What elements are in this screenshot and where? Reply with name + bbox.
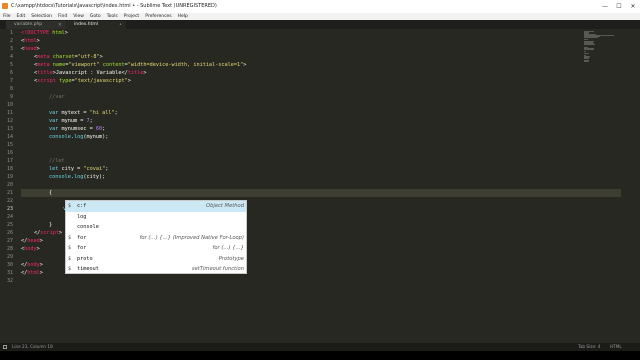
line-number: 31 bbox=[6, 270, 13, 276]
code-line-2: <html> bbox=[21, 38, 40, 44]
minimize-button[interactable]: — bbox=[598, 0, 612, 13]
tab-bar: variable.php × index.html • bbox=[0, 20, 640, 29]
code-line-11: var mytext = "hi all"; bbox=[49, 110, 118, 116]
code-line-21: { bbox=[49, 190, 53, 196]
autocomplete-item[interactable]: $ for for (…) {…} bbox=[66, 243, 246, 254]
code-line-1: <!DOCTYPE html> bbox=[21, 30, 68, 36]
tab-variable-php[interactable]: variable.php × bbox=[6, 21, 66, 29]
menu-file[interactable]: File bbox=[0, 13, 14, 20]
autocomplete-popup: $ c:f Object Method log console $ for fo… bbox=[65, 200, 247, 274]
sublime-text-window: C:\xampp\htdocs\Tutorials\javascript\ind… bbox=[0, 0, 640, 351]
tab-label: index.html bbox=[74, 22, 98, 27]
menu-bar: File Edit Selection Find View Goto Tools Projec… bbox=[0, 13, 640, 20]
status-bar: Line 23, Column 18 Tab Size: 4 HTML bbox=[0, 343, 640, 351]
line-number: 25 bbox=[6, 222, 13, 228]
menu-edit[interactable]: Edit bbox=[14, 13, 29, 20]
code-line-31: </html> bbox=[21, 270, 43, 276]
line-number: 22 bbox=[6, 198, 13, 204]
panel-toggle-icon[interactable] bbox=[3, 345, 7, 349]
tab-close-icon[interactable]: × bbox=[58, 21, 62, 29]
line-number: 27 bbox=[6, 238, 13, 244]
code-line-3: <head> bbox=[21, 46, 40, 52]
code-line-13: var mynumsec = 60; bbox=[49, 126, 106, 132]
menu-goto[interactable]: Goto bbox=[87, 13, 104, 20]
line-number: 12 bbox=[6, 118, 13, 124]
line-number: 8 bbox=[9, 86, 13, 92]
line-number: 5 bbox=[9, 62, 13, 68]
autocomplete-item[interactable]: console bbox=[66, 222, 246, 233]
code-line-14: console.log(mynum); bbox=[49, 134, 109, 140]
tab-size-indicator[interactable]: Tab Size: 4 bbox=[578, 343, 600, 351]
line-number: 6 bbox=[9, 70, 13, 76]
line-number: 30 bbox=[6, 262, 13, 268]
line-number: 14 bbox=[6, 134, 13, 140]
window-title: C:\xampp\htdocs\Tutorials\javascript\ind… bbox=[11, 3, 217, 9]
line-number: 24 bbox=[6, 214, 13, 220]
code-line-28: <body> bbox=[21, 246, 40, 252]
code-line-25: } bbox=[49, 222, 53, 228]
autocomplete-item[interactable]: log bbox=[66, 212, 246, 223]
line-number: 10 bbox=[6, 102, 13, 108]
line-number: 9 bbox=[9, 94, 13, 100]
line-number: 3 bbox=[9, 46, 13, 52]
line-number: 15 bbox=[6, 142, 13, 148]
menu-tools[interactable]: Tools bbox=[104, 13, 121, 20]
current-line-highlight bbox=[21, 189, 621, 197]
line-number: 19 bbox=[6, 174, 13, 180]
line-number: 13 bbox=[6, 126, 13, 132]
code-line-17: //let bbox=[49, 158, 65, 164]
line-number: 1 bbox=[9, 30, 13, 36]
cursor-position: Line 23, Column 18 bbox=[12, 344, 53, 349]
line-number: 2 bbox=[9, 38, 13, 44]
menu-project[interactable]: Project bbox=[121, 13, 142, 20]
line-number: 18 bbox=[6, 166, 13, 172]
sublime-app-icon bbox=[2, 3, 8, 9]
code-line-30: </body> bbox=[21, 262, 43, 268]
menu-find[interactable]: Find bbox=[55, 13, 70, 20]
line-number: 4 bbox=[9, 54, 13, 60]
menu-help[interactable]: Help bbox=[175, 13, 191, 20]
line-number: 26 bbox=[6, 230, 13, 236]
code-line-6: <title>Javascript : Variable</title> bbox=[34, 70, 147, 76]
code-line-9: //var bbox=[49, 94, 65, 100]
line-number: 16 bbox=[6, 150, 13, 156]
line-number-gutter: 1 2 3 4 5 6 7 8 9 10 11 12 13 14 15 16 17 18 19 20 21 22 23 24 2… bbox=[0, 29, 18, 340]
tab-index-html[interactable]: index.html • bbox=[66, 21, 126, 29]
code-line-18: let city = "covai"; bbox=[49, 166, 109, 172]
line-number: 11 bbox=[6, 110, 13, 116]
autocomplete-item[interactable]: $ c:f Object Method bbox=[66, 201, 246, 212]
close-button[interactable]: ✕ bbox=[626, 0, 640, 13]
code-line-12: var mynum = 7; bbox=[49, 118, 93, 124]
autocomplete-item[interactable]: $ for for (…) {…} (Improved Native For-L… bbox=[66, 233, 246, 244]
minimap[interactable] bbox=[584, 31, 624, 91]
maximize-button[interactable]: ☐ bbox=[612, 0, 626, 13]
code-line-27: </head> bbox=[21, 238, 43, 244]
line-number: 23 bbox=[6, 206, 13, 212]
line-number: 32 bbox=[6, 278, 13, 284]
code-line-19: console.log(city); bbox=[49, 174, 106, 180]
menu-preferences[interactable]: Preferences bbox=[142, 13, 174, 20]
line-number: 21 bbox=[6, 190, 13, 196]
syntax-indicator[interactable]: HTML bbox=[610, 343, 622, 351]
code-editor[interactable]: <!DOCTYPE html> <html> <head> <meta char… bbox=[21, 29, 621, 340]
code-line-7: <script type="text/javascript"> bbox=[34, 78, 131, 84]
line-number: 7 bbox=[9, 78, 13, 84]
autocomplete-item[interactable]: $ timeout setTimeout function bbox=[66, 264, 246, 275]
line-number: 20 bbox=[6, 182, 13, 188]
title-bar: C:\xampp\htdocs\Tutorials\javascript\ind… bbox=[0, 0, 640, 13]
tab-label: variable.php bbox=[14, 22, 43, 27]
menu-selection[interactable]: Selection bbox=[28, 13, 55, 20]
line-number: 17 bbox=[6, 158, 13, 164]
tab-dirty-indicator-icon[interactable]: • bbox=[119, 21, 122, 29]
code-line-4: <meta charset="utf-8"> bbox=[34, 54, 103, 60]
autocomplete-item[interactable]: $ proto Prototype bbox=[66, 254, 246, 265]
menu-view[interactable]: View bbox=[70, 13, 87, 20]
code-line-5: <meta name="viewport" content="width=dev… bbox=[34, 62, 247, 68]
line-number: 29 bbox=[6, 254, 13, 260]
code-line-26: </script> bbox=[34, 230, 63, 236]
line-number: 28 bbox=[6, 246, 13, 252]
